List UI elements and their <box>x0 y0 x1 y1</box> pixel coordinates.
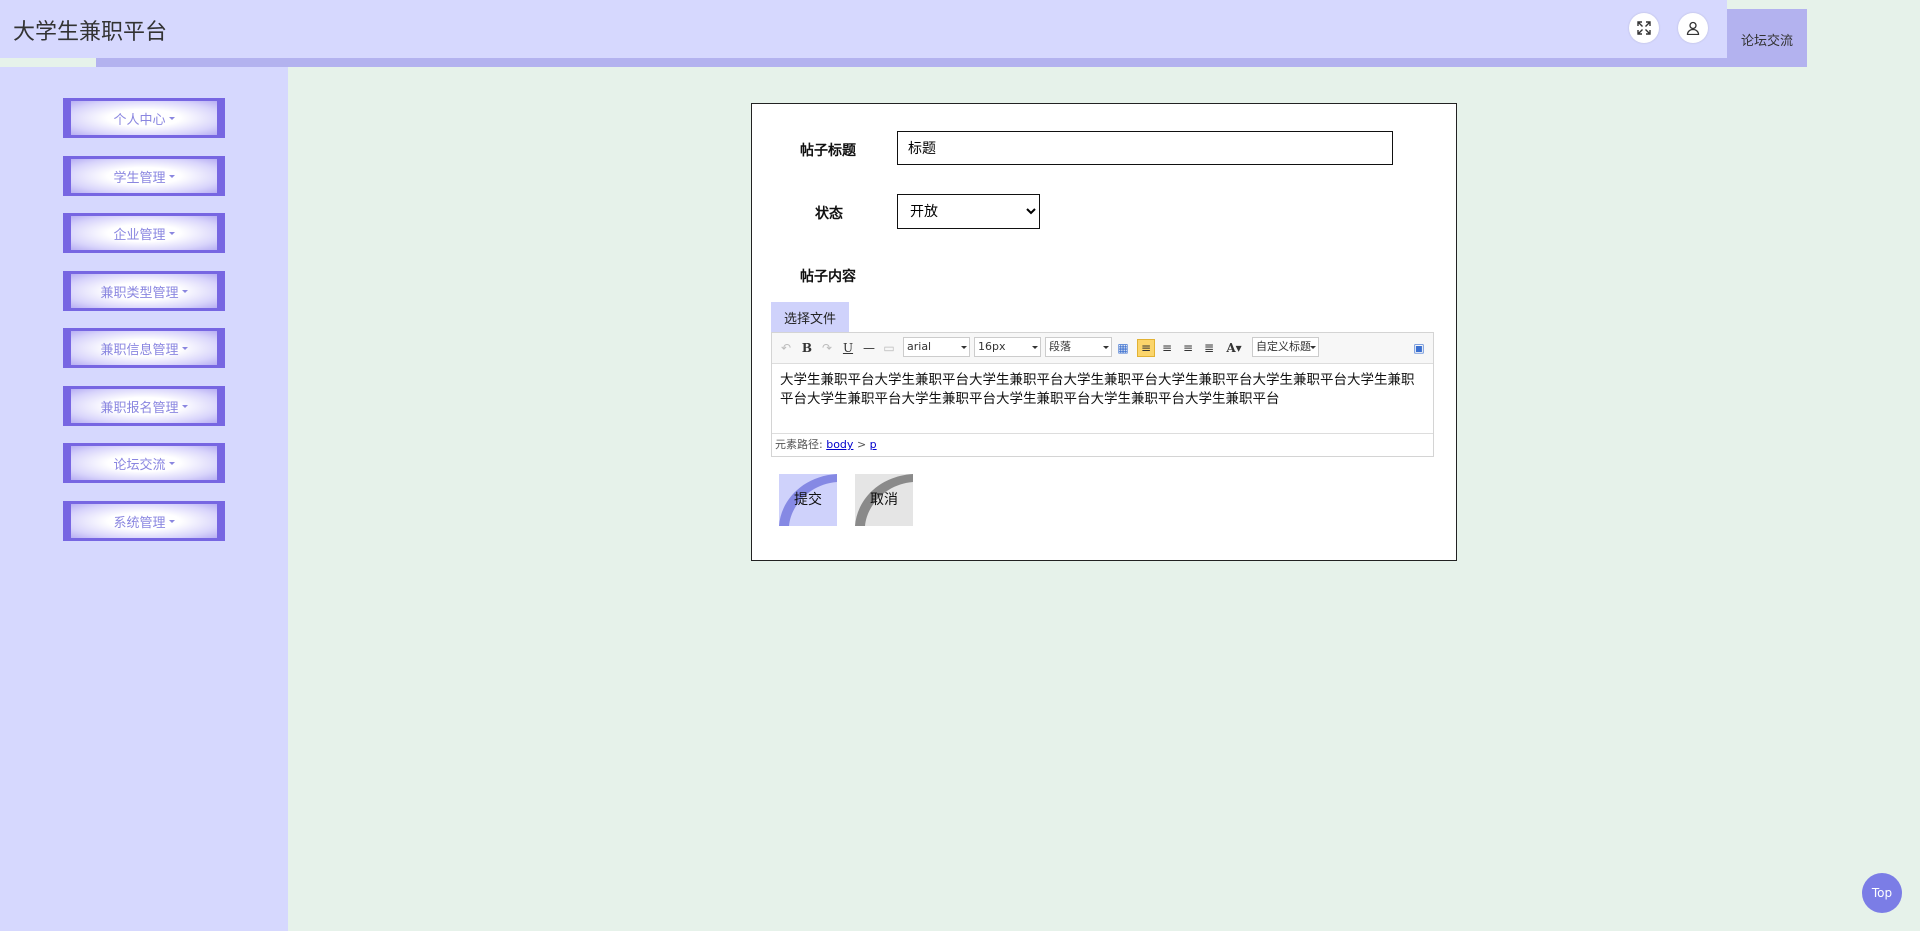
editor-element-path: 元素路径: body > p <box>772 433 1433 456</box>
sidebar-item-label: 学生管理 <box>113 170 166 186</box>
sidebar-item-forum[interactable]: 论坛交流 <box>63 443 225 483</box>
undo-icon[interactable]: ↶ <box>780 340 792 356</box>
table-icon[interactable]: ▦ <box>1116 340 1130 356</box>
element-path-separator: > <box>856 438 867 451</box>
caret-down-icon <box>168 174 175 178</box>
font-size-value: 16px <box>978 340 1006 353</box>
sidebar-item-label: 企业管理 <box>113 227 166 243</box>
dropdown-arrow-icon <box>961 346 967 349</box>
align-justify-icon[interactable]: ≣ <box>1202 340 1216 356</box>
header-tab-label: 论坛交流 <box>1740 34 1793 49</box>
sidebar-item-job-type-management[interactable]: 兼职类型管理 <box>63 271 225 311</box>
sidebar-item-label: 论坛交流 <box>113 457 166 473</box>
element-path-p-link[interactable]: p <box>870 438 877 451</box>
sidebar-item-label: 系统管理 <box>113 515 166 531</box>
top-header: 大学生兼职平台 <box>0 0 1727 58</box>
underline-icon[interactable]: U <box>842 340 854 356</box>
sidebar-item-system-management[interactable]: 系统管理 <box>63 501 225 541</box>
caret-down-icon <box>181 289 188 293</box>
sidebar: 个人中心 学生管理 企业管理 兼职类型管理 兼职信息管理 兼职报名管理 论坛交流… <box>0 67 288 931</box>
paste-icon[interactable]: ▭ <box>883 340 895 356</box>
back-to-top-button[interactable]: Top <box>1862 873 1902 913</box>
bold-icon[interactable]: B <box>801 340 813 356</box>
submit-button[interactable]: 提交 <box>779 474 837 526</box>
sidebar-item-personal-center[interactable]: 个人中心 <box>63 98 225 138</box>
sidebar-item-signup-management[interactable]: 兼职报名管理 <box>63 386 225 426</box>
fullscreen-button[interactable] <box>1629 13 1659 43</box>
fullscreen-editor-icon[interactable]: ▣ <box>1412 340 1426 356</box>
cancel-button[interactable]: 取消 <box>855 474 913 526</box>
dropdown-arrow-icon <box>1032 346 1038 349</box>
user-icon <box>1686 21 1700 35</box>
choose-file-button[interactable]: 选择文件 <box>771 302 849 332</box>
post-content-label: 帖子内容 <box>800 269 856 285</box>
caret-down-icon <box>181 346 188 350</box>
font-family-select[interactable]: arial <box>903 337 970 357</box>
horizontal-rule-icon[interactable]: — <box>862 340 876 356</box>
status-label: 状态 <box>815 206 843 222</box>
element-path-body-link[interactable]: body <box>826 438 853 451</box>
custom-title-select[interactable]: 自定义标题 <box>1252 337 1319 357</box>
align-center-icon[interactable]: ≡ <box>1181 340 1195 356</box>
sidebar-item-label: 兼职信息管理 <box>100 342 179 358</box>
caret-down-icon <box>168 461 175 465</box>
header-tab-forum[interactable]: 论坛交流 <box>1727 9 1807 67</box>
editor-toolbar: ↶ B ↷ U — ▭ arial 16px 段落 ▦ ≡ ≡ ≡ ≣ A▾ 自… <box>772 333 1433 364</box>
sidebar-item-label: 兼职类型管理 <box>100 285 179 301</box>
align-left-icon[interactable]: ≡ <box>1137 339 1155 357</box>
caret-down-icon <box>181 404 188 408</box>
header-underline-gap <box>0 58 96 67</box>
rich-text-editor: ↶ B ↷ U — ▭ arial 16px 段落 ▦ ≡ ≡ ≡ ≣ A▾ 自… <box>771 332 1434 457</box>
paragraph-value: 段落 <box>1049 340 1071 353</box>
caret-down-icon <box>168 519 175 523</box>
submit-button-label: 提交 <box>794 492 822 508</box>
align-right-icon[interactable]: ≡ <box>1160 340 1174 356</box>
post-title-input[interactable] <box>897 131 1393 165</box>
paragraph-select[interactable]: 段落 <box>1045 337 1112 357</box>
caret-down-icon <box>168 116 175 120</box>
post-form: 帖子标题 状态 开放 帖子内容 选择文件 ↶ B ↷ U — ▭ arial 1… <box>751 103 1457 561</box>
caret-down-icon <box>168 231 175 235</box>
element-path-label: 元素路径: <box>775 438 823 451</box>
sidebar-item-company-management[interactable]: 企业管理 <box>63 213 225 253</box>
cancel-button-label: 取消 <box>870 492 898 508</box>
expand-icon <box>1637 21 1651 35</box>
post-title-label: 帖子标题 <box>800 143 856 159</box>
sidebar-item-job-info-management[interactable]: 兼职信息管理 <box>63 328 225 368</box>
dropdown-arrow-icon <box>1103 346 1109 349</box>
status-select[interactable]: 开放 <box>897 194 1040 229</box>
header-underline <box>0 58 1807 67</box>
font-family-value: arial <box>907 340 932 353</box>
custom-title-value: 自定义标题 <box>1256 340 1311 353</box>
editor-content[interactable]: 大学生兼职平台大学生兼职平台大学生兼职平台大学生兼职平台大学生兼职平台大学生兼职… <box>780 371 1427 409</box>
user-button[interactable] <box>1678 13 1708 43</box>
dropdown-arrow-icon <box>1310 346 1316 349</box>
font-size-select[interactable]: 16px <box>974 337 1041 357</box>
redo-icon[interactable]: ↷ <box>821 340 833 356</box>
app-title: 大学生兼职平台 <box>13 20 168 45</box>
font-color-icon[interactable]: A▾ <box>1224 340 1244 356</box>
sidebar-item-label: 个人中心 <box>113 112 166 128</box>
sidebar-item-student-management[interactable]: 学生管理 <box>63 156 225 196</box>
sidebar-item-label: 兼职报名管理 <box>100 400 179 416</box>
